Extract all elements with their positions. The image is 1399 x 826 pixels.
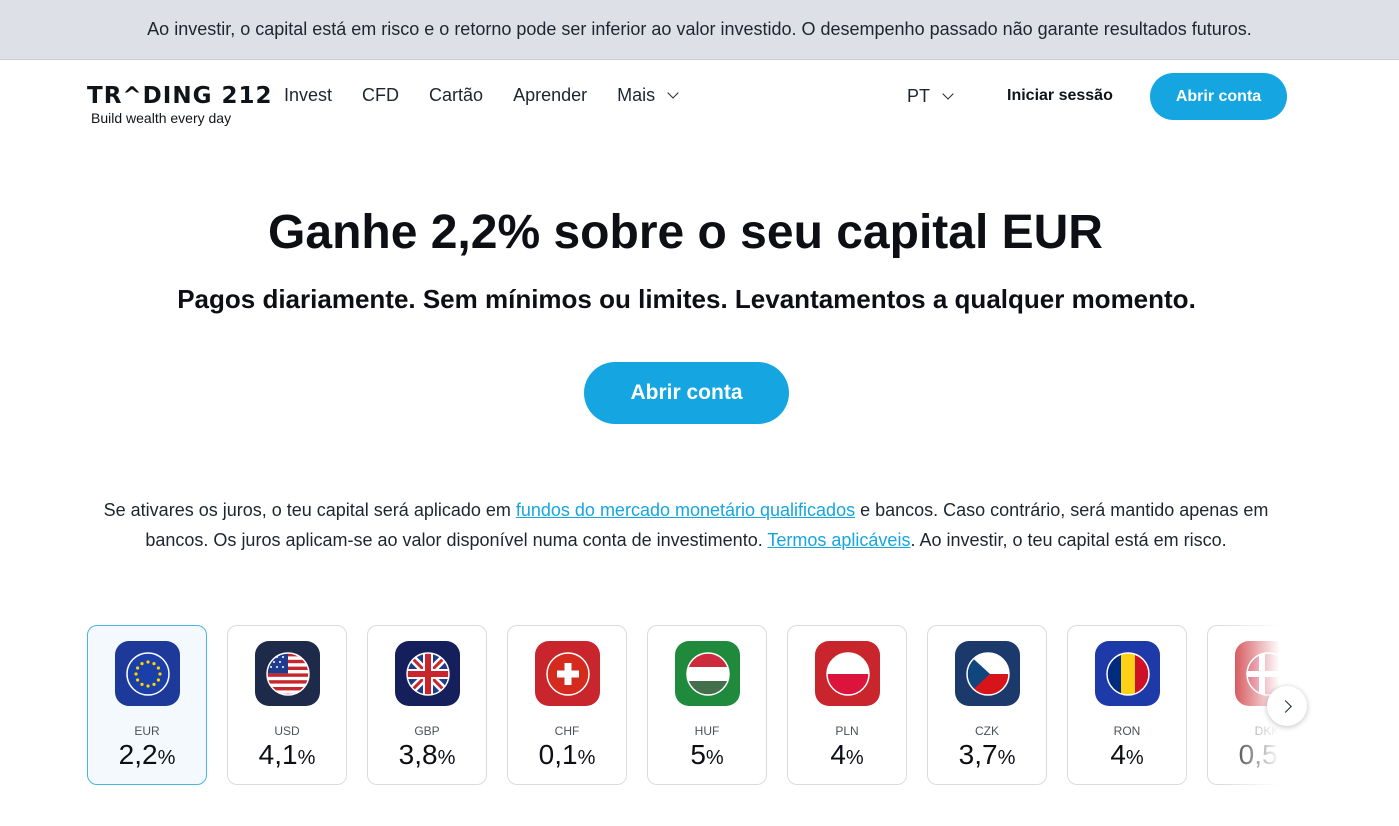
currency-code: GBP xyxy=(414,724,440,738)
rate-value: 3,8 xyxy=(398,739,438,770)
currency-card-ron[interactable]: RON 4% xyxy=(1067,625,1187,785)
rate-unit: % xyxy=(297,747,316,769)
rate-unit: % xyxy=(705,747,724,769)
interest-rate: 2,2% xyxy=(88,739,206,771)
currency-code: CHF xyxy=(554,724,580,738)
currency-code: CZK xyxy=(975,724,999,738)
currency-card-czk[interactable]: CZK 3,7% xyxy=(927,625,1047,785)
gb-flag-icon xyxy=(395,641,460,706)
rate-value: 4 xyxy=(1110,739,1126,770)
currency-card-chf[interactable]: CHF 0,1% xyxy=(507,625,627,785)
rate-value: 4,1 xyxy=(258,739,298,770)
rate-unit: % xyxy=(845,747,864,769)
ch-flag-icon xyxy=(535,641,600,706)
interest-rate: 0,1% xyxy=(508,739,626,771)
currency-code: RON xyxy=(1113,724,1141,738)
main-menu: Invest CFD Cartão Aprender Mais xyxy=(284,85,707,106)
currency-code: EUR xyxy=(134,724,160,738)
currency-code: USD xyxy=(274,724,300,738)
nav-learn-label: Aprender xyxy=(513,85,588,105)
currency-card-eur[interactable]: EUR 2,2% xyxy=(87,625,207,785)
us-flag-icon xyxy=(255,641,320,706)
currency-carousel: EUR 2,2% USD 4,1% GBP 3,8% CHF 0,1% HUF … xyxy=(87,625,1286,785)
nav-learn[interactable]: Aprender xyxy=(513,85,587,106)
logo-wordmark: TR^DING 212 xyxy=(87,83,273,109)
nav-card[interactable]: Cartão xyxy=(429,85,483,106)
interest-rate: 4,1% xyxy=(228,739,346,771)
interest-rate: 3,8% xyxy=(368,739,486,771)
interest-rate: 4% xyxy=(788,739,906,771)
rate-value: 5 xyxy=(690,739,706,770)
ro-flag-icon xyxy=(1095,641,1160,706)
disclaimer-text-3: . Ao investir, o teu capital está em ris… xyxy=(910,530,1227,550)
currency-card-pln[interactable]: PLN 4% xyxy=(787,625,907,785)
carousel-next-button[interactable] xyxy=(1267,686,1307,726)
nav-invest[interactable]: Invest xyxy=(284,85,332,106)
currency-card-gbp[interactable]: GBP 3,8% xyxy=(367,625,487,785)
page-subtitle: Pagos diariamente. Sem mínimos ou limite… xyxy=(177,284,1196,314)
language-label: PT xyxy=(907,86,931,106)
rate-value: 0,1 xyxy=(538,739,578,770)
nav-card-label: Cartão xyxy=(429,85,484,105)
trading212-logo[interactable]: TR^DING 212 Build wealth every day xyxy=(87,83,272,126)
disclaimer-text-1: Se ativares os juros, o teu capital será… xyxy=(103,500,516,520)
rate-value: 2,2 xyxy=(118,739,158,770)
login-link[interactable]: Iniciar sessão xyxy=(1007,87,1113,105)
nav-more-label: Mais xyxy=(617,85,656,105)
rate-value: 3,7 xyxy=(958,739,998,770)
nav-invest-label: Invest xyxy=(284,85,333,105)
rate-value: 0,5 xyxy=(1238,739,1278,770)
interest-rate: 3,7% xyxy=(928,739,1046,771)
chevron-down-icon xyxy=(667,87,679,99)
rate-unit: % xyxy=(1125,747,1144,769)
chevron-down-icon xyxy=(942,88,954,100)
logo-tagline: Build wealth every day xyxy=(91,110,232,126)
money-market-funds-link[interactable]: fundos do mercado monetário qualificados xyxy=(516,500,855,520)
rate-unit: % xyxy=(437,747,456,769)
rate-unit: % xyxy=(577,747,596,769)
rate-unit: % xyxy=(157,747,176,769)
interest-disclaimer: Se ativares os juros, o teu capital será… xyxy=(95,495,1277,555)
rate-unit: % xyxy=(997,747,1016,769)
interest-rate: 0,5% xyxy=(1208,739,1286,771)
hu-flag-icon xyxy=(675,641,740,706)
nav-cfd[interactable]: CFD xyxy=(362,85,399,106)
risk-warning-text: Ao investir, o capital está em risco e o… xyxy=(147,19,1252,39)
chevron-right-icon xyxy=(1278,699,1292,713)
risk-warning-banner: Ao investir, o capital está em risco e o… xyxy=(0,0,1399,60)
rate-unit: % xyxy=(1278,747,1286,769)
nav-more[interactable]: Mais xyxy=(617,85,679,106)
hero-open-account-button[interactable]: Abrir conta xyxy=(584,362,789,424)
currency-code: DKK xyxy=(1254,724,1280,738)
interest-rate: 5% xyxy=(648,739,766,771)
nav-cfd-label: CFD xyxy=(362,85,400,105)
currency-card-huf[interactable]: HUF 5% xyxy=(647,625,767,785)
pl-flag-icon xyxy=(815,641,880,706)
page-title: Ganhe 2,2% sobre o seu capital EUR xyxy=(268,206,1103,259)
terms-link[interactable]: Termos aplicáveis xyxy=(767,530,910,550)
rate-value: 4 xyxy=(830,739,846,770)
open-account-button[interactable]: Abrir conta xyxy=(1150,73,1287,120)
interest-rate: 4% xyxy=(1068,739,1186,771)
top-navigation: TR^DING 212 Build wealth every day Inves… xyxy=(0,61,1399,133)
cz-flag-icon xyxy=(955,641,1020,706)
currency-code: PLN xyxy=(835,724,859,738)
currency-code: HUF xyxy=(694,724,720,738)
language-selector[interactable]: PT xyxy=(907,86,954,107)
currency-card-list: EUR 2,2% USD 4,1% GBP 3,8% CHF 0,1% HUF … xyxy=(87,625,1286,785)
eu-flag-icon xyxy=(115,641,180,706)
currency-card-usd[interactable]: USD 4,1% xyxy=(227,625,347,785)
